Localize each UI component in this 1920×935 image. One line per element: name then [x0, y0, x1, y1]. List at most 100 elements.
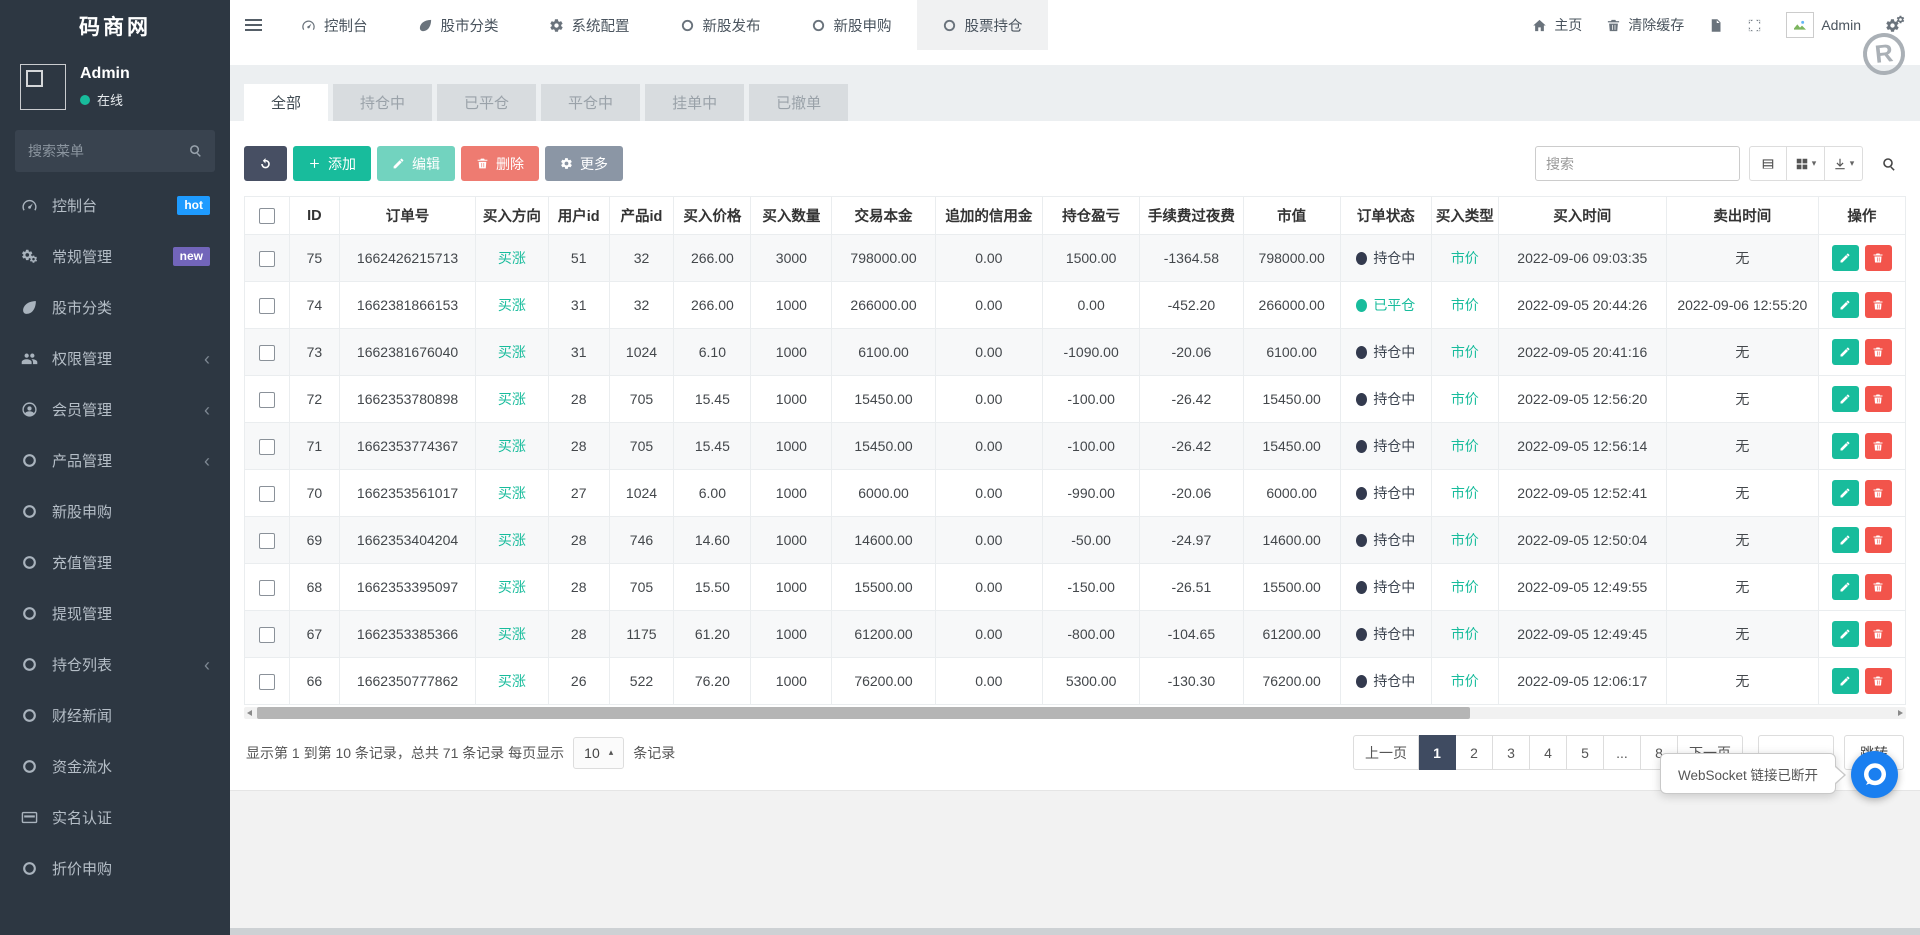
tab-全部[interactable]: 全部	[244, 84, 328, 121]
row-delete-button[interactable]	[1865, 480, 1892, 506]
cell-actions	[1818, 329, 1905, 376]
topnav-item[interactable]: 新股申购	[786, 0, 917, 50]
page-button-4[interactable]: 4	[1530, 735, 1567, 770]
leaf-icon	[20, 299, 39, 316]
scrollbar-thumb[interactable]	[257, 707, 1470, 719]
row-edit-button[interactable]	[1832, 339, 1859, 365]
document-icon[interactable]	[1708, 18, 1723, 33]
page-button-...[interactable]: ...	[1604, 735, 1641, 770]
sidebar-item[interactable]: 充值管理	[0, 537, 230, 588]
sidebar-item[interactable]: 控制台hot	[0, 180, 230, 231]
row-delete-button[interactable]	[1865, 386, 1892, 412]
topnav-item[interactable]: 控制台	[276, 0, 393, 50]
clear-cache-button[interactable]: 清除缓存	[1606, 15, 1684, 35]
row-delete-button[interactable]	[1865, 668, 1892, 694]
row-checkbox[interactable]	[259, 439, 275, 455]
topnav-item[interactable]: 股市分类	[393, 0, 524, 50]
row-edit-button[interactable]	[1832, 527, 1859, 553]
sidebar-item[interactable]: 提现管理	[0, 588, 230, 639]
table-search-input[interactable]	[1535, 146, 1740, 181]
column-header: 卖出时间	[1666, 197, 1818, 235]
cell-buy-time: 2022-09-05 12:06:17	[1498, 658, 1666, 705]
detail-view-button[interactable]	[1749, 146, 1787, 181]
row-edit-button[interactable]	[1832, 574, 1859, 600]
row-checkbox[interactable]	[259, 674, 275, 690]
fullscreen-icon[interactable]	[1747, 18, 1762, 33]
user-menu[interactable]: Admin	[1786, 12, 1861, 38]
page-button-5[interactable]: 5	[1567, 735, 1604, 770]
sidebar-item[interactable]: 权限管理‹	[0, 333, 230, 384]
row-checkbox[interactable]	[259, 580, 275, 596]
avatar[interactable]	[20, 64, 66, 110]
row-delete-button[interactable]	[1865, 433, 1892, 459]
sidebar-item[interactable]: 产品管理‹	[0, 435, 230, 486]
row-checkbox[interactable]	[259, 533, 275, 549]
row-delete-button[interactable]	[1865, 574, 1892, 600]
hamburger-menu-icon[interactable]	[230, 0, 276, 50]
columns-button[interactable]: ▾	[1787, 146, 1825, 181]
row-edit-button[interactable]	[1832, 245, 1859, 271]
sidebar-item[interactable]: 财经新闻	[0, 690, 230, 741]
horizontal-scrollbar[interactable]	[244, 707, 1906, 719]
row-checkbox-cell	[245, 517, 290, 564]
tab-平仓中[interactable]: 平仓中	[541, 84, 640, 121]
more-button[interactable]: 更多	[545, 146, 623, 181]
bottom-scrollbar[interactable]	[230, 928, 1920, 935]
row-checkbox[interactable]	[259, 298, 275, 314]
column-header: 持仓盈亏	[1043, 197, 1140, 235]
sidebar-item[interactable]: 常规管理new	[0, 231, 230, 282]
page-size-select[interactable]: 10 ▴	[573, 737, 624, 769]
row-checkbox[interactable]	[259, 251, 275, 267]
sidebar-item[interactable]: 股市分类	[0, 282, 230, 333]
tab-已撤单[interactable]: 已撤单	[749, 84, 848, 121]
prev-page-button[interactable]: 上一页	[1353, 735, 1419, 770]
row-delete-button[interactable]	[1865, 339, 1892, 365]
row-edit-button[interactable]	[1832, 668, 1859, 694]
refresh-icon	[259, 157, 272, 170]
sidebar-item[interactable]: 会员管理‹	[0, 384, 230, 435]
scroll-right-arrow-icon[interactable]	[1898, 710, 1903, 716]
sidebar-item[interactable]: 新股申购	[0, 486, 230, 537]
edit-button[interactable]: 编辑	[377, 146, 455, 181]
page-button-3[interactable]: 3	[1493, 735, 1530, 770]
add-button[interactable]: 添加	[293, 146, 371, 181]
row-checkbox[interactable]	[259, 486, 275, 502]
topnav-item[interactable]: 股票持仓	[917, 0, 1048, 50]
row-edit-button[interactable]	[1832, 621, 1859, 647]
online-dot-icon	[80, 95, 90, 105]
sidebar-item[interactable]: 折价申购	[0, 843, 230, 894]
cell-pnl: -1090.00	[1043, 329, 1140, 376]
sidebar-item[interactable]: 持仓列表‹	[0, 639, 230, 690]
topnav-item[interactable]: 系统配置	[524, 0, 655, 50]
tab-挂单中[interactable]: 挂单中	[645, 84, 744, 121]
tab-已平仓[interactable]: 已平仓	[437, 84, 536, 121]
row-delete-button[interactable]	[1865, 292, 1892, 318]
row-edit-button[interactable]	[1832, 386, 1859, 412]
menu-search-input[interactable]	[15, 130, 215, 172]
topnav-item[interactable]: 新股发布	[655, 0, 786, 50]
row-edit-button[interactable]	[1832, 480, 1859, 506]
sidebar-item[interactable]: 资金流水	[0, 741, 230, 792]
refresh-button[interactable]	[244, 146, 287, 181]
row-delete-button[interactable]	[1865, 621, 1892, 647]
row-edit-button[interactable]	[1832, 292, 1859, 318]
row-checkbox[interactable]	[259, 345, 275, 361]
chat-fab-button[interactable]	[1851, 751, 1898, 798]
page-button-2[interactable]: 2	[1456, 735, 1493, 770]
home-link[interactable]: 主页	[1532, 15, 1582, 35]
row-checkbox[interactable]	[259, 392, 275, 408]
delete-button[interactable]: 删除	[461, 146, 539, 181]
scroll-left-arrow-icon[interactable]	[247, 710, 252, 716]
row-edit-button[interactable]	[1832, 433, 1859, 459]
row-checkbox[interactable]	[259, 627, 275, 643]
search-toggle-button[interactable]	[1872, 146, 1906, 181]
page-button-1[interactable]: 1	[1419, 735, 1456, 770]
row-delete-button[interactable]	[1865, 245, 1892, 271]
tab-持仓中[interactable]: 持仓中	[333, 84, 432, 121]
row-delete-button[interactable]	[1865, 527, 1892, 553]
chevron-left-icon: ‹	[204, 656, 210, 674]
sidebar-item[interactable]: 实名认证	[0, 792, 230, 843]
export-button[interactable]: ▾	[1825, 146, 1863, 181]
select-all-checkbox[interactable]	[259, 208, 275, 224]
settings-gears-icon[interactable]	[1885, 18, 1900, 33]
